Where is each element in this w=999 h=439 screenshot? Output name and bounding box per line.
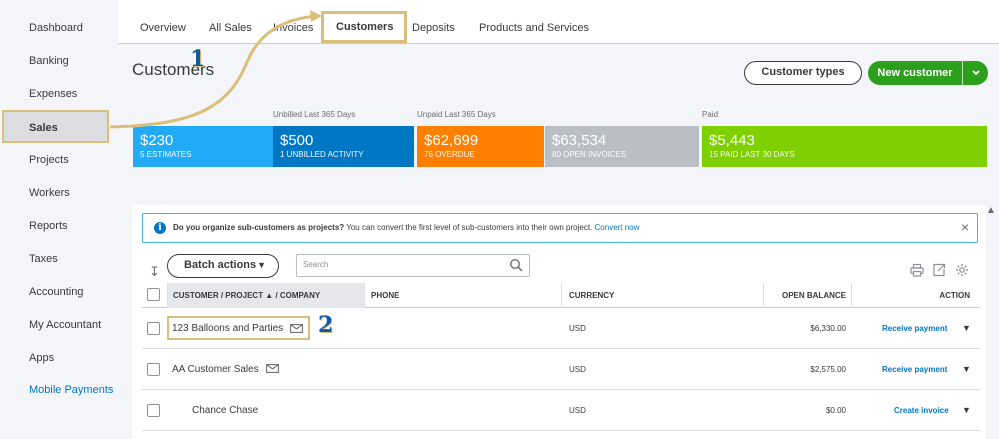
info-banner-question: Do you organize sub-customers as project… — [173, 223, 345, 232]
open-invoices-amount: $63,534 — [552, 132, 607, 149]
currency-cell: USD — [569, 406, 586, 415]
sidebar-item-workers[interactable]: Workers — [0, 177, 118, 210]
info-banner-body: You can convert the first level of sub-c… — [344, 223, 595, 232]
estimates-amount: $230 — [140, 132, 174, 149]
currency-cell: USD — [569, 324, 586, 333]
paid-amount: $5,443 — [709, 132, 755, 149]
column-divider — [561, 283, 562, 308]
convert-now-link[interactable]: Convert now — [595, 223, 640, 232]
currency-cell: USD — [569, 365, 586, 374]
estimates-block[interactable]: $230 5 ESTIMATES — [133, 126, 273, 167]
unbilled-amount: $500 — [280, 132, 314, 149]
row-checkbox[interactable] — [147, 404, 160, 417]
tab-invoices[interactable]: Invoices — [273, 0, 313, 44]
column-header-action: ACTION — [939, 291, 970, 300]
unbilled-activity-block[interactable]: $500 1 UNBILLED ACTIVITY — [273, 126, 414, 167]
sidebar-item-projects[interactable]: Projects — [0, 144, 118, 177]
open-balance-cell: $0.00 — [825, 406, 846, 415]
tab-bar: Overview All Sales Invoices Customers De… — [118, 0, 999, 44]
unpaid-label: Unpaid Last 365 Days — [417, 110, 496, 119]
tab-deposits[interactable]: Deposits — [412, 0, 455, 44]
open-balance-cell: $2,575.00 — [810, 365, 846, 374]
chevron-down-icon[interactable]: ▼ — [962, 390, 971, 431]
mail-icon[interactable] — [290, 324, 303, 333]
tab-customers[interactable]: Customers — [321, 11, 407, 43]
customer-types-button[interactable]: Customer types — [744, 61, 862, 85]
annotation-number-1: 1 — [190, 46, 206, 72]
table-row[interactable]: AA Customer Sales USD $2,575.00 Receive … — [142, 349, 980, 390]
sidebar-item-my-accountant[interactable]: My Accountant — [0, 309, 118, 342]
tab-products-and-services[interactable]: Products and Services — [479, 0, 589, 44]
column-divider — [364, 283, 365, 308]
export-icon[interactable] — [932, 263, 946, 277]
unbilled-label: Unbilled Last 365 Days — [273, 110, 356, 119]
gear-icon[interactable] — [955, 263, 969, 277]
info-icon: i — [154, 222, 166, 234]
sidebar-item-dashboard[interactable]: Dashboard — [0, 12, 118, 45]
search-icon[interactable] — [509, 258, 523, 272]
create-invoice-link[interactable]: Create invoice — [894, 390, 949, 431]
batch-actions-label: Batch actions — [184, 259, 257, 271]
main-panel: Overview All Sales Invoices Customers De… — [118, 0, 999, 439]
paid-block[interactable]: $5,443 15 PAID LAST 30 DAYS — [702, 126, 987, 167]
table-row[interactable]: Chance Chase USD $0.00 Create invoice ▼ — [142, 390, 980, 431]
receive-payment-link[interactable]: Receive payment — [882, 308, 947, 349]
column-header-open-balance[interactable]: OPEN BALANCE — [764, 283, 846, 308]
select-all-checkbox[interactable] — [147, 288, 160, 301]
sidebar-item-reports[interactable]: Reports — [0, 210, 118, 243]
customer-name[interactable]: AA Customer Sales — [172, 349, 259, 390]
sidebar-item-apps[interactable]: Apps — [0, 342, 118, 375]
sidebar: Dashboard Banking Expenses Sales Project… — [0, 0, 118, 439]
batch-actions-button[interactable]: Batch actions ▼ — [167, 254, 279, 278]
row-checkbox[interactable] — [147, 322, 160, 335]
overdue-count: 76 OVERDUE — [424, 150, 475, 159]
open-balance-cell: $6,330.00 — [810, 324, 846, 333]
paid-count: 15 PAID LAST 30 DAYS — [709, 150, 795, 159]
sidebar-item-accounting[interactable]: Accounting — [0, 276, 118, 309]
new-customer-button[interactable]: New customer — [868, 61, 988, 85]
print-icon[interactable] — [910, 263, 924, 277]
search-field[interactable] — [296, 254, 530, 277]
sidebar-item-taxes[interactable]: Taxes — [0, 243, 118, 276]
sidebar-item-expenses[interactable]: Expenses — [0, 78, 118, 111]
new-customer-dropdown-icon[interactable] — [963, 61, 988, 85]
close-icon[interactable]: × — [961, 219, 969, 235]
tab-all-sales[interactable]: All Sales — [209, 0, 252, 44]
annotation-number-2: 2 — [318, 312, 334, 338]
open-invoices-block[interactable]: $63,534 80 OPEN INVOICES — [545, 126, 699, 167]
chevron-down-icon[interactable]: ▼ — [962, 349, 971, 390]
mail-icon[interactable] — [266, 364, 279, 373]
sidebar-item-banking[interactable]: Banking — [0, 45, 118, 78]
column-header-currency[interactable]: CURRENCY — [569, 283, 614, 308]
column-header-phone[interactable]: PHONE — [371, 283, 399, 308]
table-header: CUSTOMER / PROJECT ▲ / COMPANY PHONE CUR… — [142, 283, 980, 308]
scroll-up-icon[interactable]: ▲ — [984, 205, 998, 217]
overdue-block[interactable]: $62,699 76 OVERDUE — [417, 126, 544, 167]
tab-overview[interactable]: Overview — [140, 0, 186, 44]
sort-icon[interactable]: ↧ — [149, 264, 160, 280]
new-customer-label[interactable]: New customer — [868, 61, 962, 85]
estimates-count: 5 ESTIMATES — [140, 150, 192, 159]
customer-name[interactable]: 123 Balloons and Parties — [172, 308, 283, 349]
chevron-down-icon: ▼ — [257, 260, 266, 270]
customer-name[interactable]: Chance Chase — [192, 390, 258, 431]
paid-label: Paid — [702, 110, 719, 119]
column-header-customer[interactable]: CUSTOMER / PROJECT ▲ / COMPANY — [168, 283, 364, 308]
table-row[interactable]: 123 Balloons and Parties USD $6,330.00 R… — [142, 308, 980, 349]
customers-card: i Do you organize sub-customers as proje… — [132, 205, 986, 439]
search-input[interactable] — [303, 260, 503, 269]
info-banner: i Do you organize sub-customers as proje… — [142, 213, 978, 243]
unbilled-count: 1 UNBILLED ACTIVITY — [280, 150, 364, 159]
chevron-down-icon[interactable]: ▼ — [962, 308, 971, 349]
receive-payment-link[interactable]: Receive payment — [882, 349, 947, 390]
sidebar-item-mobile-payments[interactable]: Mobile Payments — [0, 374, 118, 407]
sidebar-item-sales[interactable]: Sales — [2, 110, 109, 143]
row-checkbox[interactable] — [147, 363, 160, 376]
overdue-amount: $62,699 — [424, 132, 479, 149]
info-banner-text: Do you organize sub-customers as project… — [173, 222, 639, 234]
open-invoices-count: 80 OPEN INVOICES — [552, 150, 627, 159]
